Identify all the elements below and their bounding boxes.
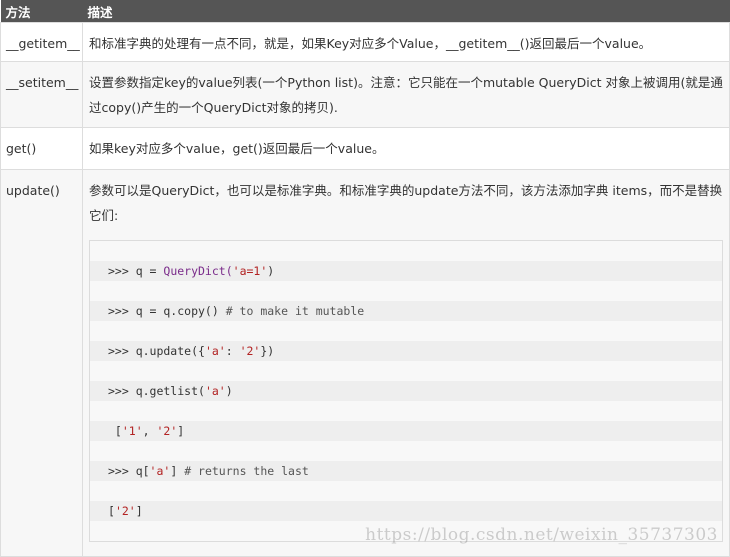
table-row: get() 如果key对应多个value，get()返回最后一个value。: [0, 127, 730, 170]
method-cell: __setitem__: [0, 61, 83, 128]
description-cell: 和标准字典的处理有一点不同，就是，如果Key对应多个Value，__getite…: [82, 22, 730, 62]
code-line: >>> q['a'] # returns the last: [90, 461, 722, 481]
code-line: >>> q = QueryDict('a=1'): [90, 261, 722, 281]
code-line: >>> q.getlist('a'): [90, 381, 722, 401]
table-row: __getitem__ 和标准字典的处理有一点不同，就是，如果Key对应多个Va…: [0, 22, 730, 62]
code-line: ['2']: [90, 501, 722, 521]
header-description: 描述: [82, 0, 730, 23]
description-text: 参数可以是QueryDict，也可以是标准字典。和标准字典的update方法不同…: [89, 183, 723, 223]
method-cell: get(): [0, 127, 83, 170]
table-row: update() 参数可以是QueryDict，也可以是标准字典。和标准字典的u…: [0, 169, 730, 557]
description-cell: 设置参数指定key的value列表(一个Python list)。注意：它只能在…: [82, 61, 730, 128]
api-table: 方法 描述 __getitem__ 和标准字典的处理有一点不同，就是，如果Key…: [0, 0, 730, 557]
description-cell: 参数可以是QueryDict，也可以是标准字典。和标准字典的update方法不同…: [82, 169, 730, 557]
table-header: 方法 描述: [0, 0, 730, 23]
code-line: ['1', '2']: [90, 421, 722, 441]
code-line: >>> q.update({'a': '2'}): [90, 341, 722, 361]
code-block: >>> q = QueryDict('a=1') >>> q = q.copy(…: [89, 240, 723, 542]
method-cell: __getitem__: [0, 22, 83, 62]
table-row: __setitem__ 设置参数指定key的value列表(一个Python l…: [0, 61, 730, 128]
header-method: 方法: [0, 0, 83, 23]
watermark: https://blog.csdn.net/weixin_35737303: [365, 525, 718, 545]
code-line: >>> q = q.copy() # to make it mutable: [90, 301, 722, 321]
method-cell: update(): [0, 169, 83, 557]
description-cell: 如果key对应多个value，get()返回最后一个value。: [82, 127, 730, 170]
